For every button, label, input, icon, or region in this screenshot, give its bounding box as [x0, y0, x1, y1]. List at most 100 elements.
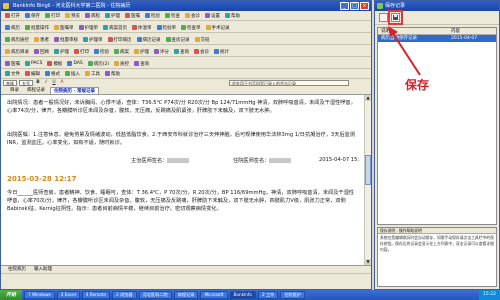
- toolbar-button[interactable]: 医嘱单: [52, 24, 76, 32]
- toolbar-button[interactable]: 回顾: [32, 48, 51, 56]
- toolbar-button[interactable]: 质控: [112, 60, 131, 68]
- toolbar-button[interactable]: 帮助: [223, 12, 242, 20]
- toolbar-button[interactable]: 护理单: [77, 24, 101, 32]
- help-panel-title: 保存说明 - 操作帮助说明: [378, 228, 496, 234]
- taskbar-item[interactable]: 2 浏览器: [111, 291, 137, 299]
- toolbar-icon: [136, 37, 142, 42]
- toolbar-button[interactable]: 手术记录: [204, 24, 232, 32]
- tab-catalog[interactable]: 目录: [7, 87, 22, 94]
- close-button[interactable]: ×: [360, 2, 369, 10]
- toolbar-button[interactable]: 打印: [72, 48, 91, 56]
- toolbar-button[interactable]: 会诊: [183, 12, 202, 20]
- toolbar-button[interactable]: 批量操作: [23, 24, 51, 32]
- document-editor[interactable]: 出院情况：患者一般情况好，未诉胸闷、心悸不适，查体：T36.5℃ P74次/分 …: [1, 95, 364, 265]
- toolbar-button[interactable]: 打印病历: [106, 36, 134, 44]
- toolbar-button[interactable]: 检查: [163, 12, 182, 20]
- italic-button[interactable]: I: [43, 80, 49, 86]
- tab-input-assistant[interactable]: 输入助理: [31, 266, 55, 273]
- toolbar-button[interactable]: 病历目录: [3, 48, 31, 56]
- toolbar-row-4: 病历目录 回顾 护理 打印 检验 病案 护理 评分 查询 会诊 统计: [1, 47, 371, 57]
- toolbar-button[interactable]: 查询: [132, 60, 151, 68]
- toolbar-row-6: 文件 编辑 格式 插入 工具 帮助: [1, 69, 371, 79]
- underline-button[interactable]: U: [51, 80, 57, 86]
- taskbar-item[interactable]: 河北医科二院: [138, 291, 172, 299]
- toolbar-button[interactable]: 护理单: [81, 36, 105, 44]
- toolbar-button[interactable]: 查房记录: [164, 36, 192, 44]
- toolbar-button[interactable]: 检验: [143, 12, 162, 20]
- main-titlebar[interactable]: BankInfo Bingli - 河北医科大学第二医院 - 住院病历 _ □ …: [1, 1, 371, 11]
- toolbar-button[interactable]: 格式: [43, 70, 62, 78]
- toolbar-button[interactable]: 编辑: [23, 70, 42, 78]
- toolbar-button[interactable]: 病历质控: [3, 36, 31, 44]
- toolbar-button[interactable]: 病历(2): [86, 60, 111, 68]
- toolbar-button[interactable]: 病程: [83, 12, 102, 20]
- toolbar-icon: [132, 25, 137, 30]
- doc-notice-field[interactable]: 此处用于书写科室已录入的会诊记录: [229, 80, 349, 86]
- toolbar-icon: [25, 71, 30, 76]
- toolbar-icon: [25, 61, 30, 66]
- minimize-button[interactable]: _: [340, 2, 349, 10]
- system-tray-clock: 15:22: [479, 290, 500, 300]
- toolbar-button[interactable]: 模板: [45, 60, 64, 68]
- toolbar-button[interactable]: 病案首页: [101, 24, 129, 32]
- font-family-select[interactable]: 宋体: [3, 80, 17, 86]
- toolbar-button[interactable]: PACS: [23, 60, 44, 68]
- toolbar-icon: [5, 49, 10, 54]
- taskbar-item[interactable]: BankInfo: [229, 291, 256, 299]
- toolbar-button[interactable]: DAS: [65, 60, 84, 68]
- scroll-up-arrow-icon[interactable]: ▲: [365, 95, 371, 101]
- taskbar-item[interactable]: 病程记录: [173, 291, 199, 299]
- toolbar-icon: [225, 13, 230, 18]
- toolbar-button[interactable]: 打开: [3, 12, 22, 20]
- taskbar-item[interactable]: 4 Remote: [81, 291, 110, 299]
- tab-inpatient[interactable]: 住院病历: [5, 266, 29, 273]
- side-titlebar[interactable]: 保存记录: [375, 1, 499, 11]
- taskbar-item[interactable]: 住院医护: [280, 291, 306, 299]
- tab-inpatient-record[interactable]: 住院病历 - 常规记录: [50, 87, 100, 94]
- toolbar-button[interactable]: 设置: [203, 12, 222, 20]
- toolbar-button[interactable]: 保存: [23, 12, 42, 20]
- toolbar-button[interactable]: 打印: [43, 12, 62, 20]
- toolbar-icon: [205, 25, 211, 30]
- toolbar-button[interactable]: 工具: [83, 70, 102, 78]
- toolbar-button[interactable]: 体温单: [130, 24, 154, 32]
- toolbar-button[interactable]: 护理: [103, 12, 122, 20]
- toolbar-button[interactable]: 帮助: [103, 70, 122, 78]
- toolbar-button[interactable]: 病历记录: [135, 36, 163, 44]
- toolbar-button[interactable]: 交班: [193, 36, 212, 44]
- toolbar-button[interactable]: 批量审核: [52, 36, 80, 44]
- toolbar-button[interactable]: 护理: [132, 48, 151, 56]
- toolbar-button[interactable]: 评分: [152, 48, 171, 56]
- toolbar-button[interactable]: 插入: [63, 70, 82, 78]
- toolbar-button[interactable]: 检验单: [155, 24, 179, 32]
- font-size-select[interactable]: 五号: [19, 80, 33, 86]
- toolbar-button[interactable]: 护理: [52, 48, 71, 56]
- status-bar: [1, 273, 371, 289]
- toolbar-button[interactable]: 病案: [112, 48, 131, 56]
- toolbar-button[interactable]: 医嘱: [123, 12, 142, 20]
- maximize-button[interactable]: □: [350, 2, 359, 10]
- scroll-thumb[interactable]: [365, 155, 371, 185]
- toolbar-button[interactable]: 统计: [212, 48, 231, 56]
- toolbar-button[interactable]: 会诊: [192, 48, 211, 56]
- toolbar-button[interactable]: 检验: [92, 48, 111, 56]
- toolbar-button[interactable]: 医嘱: [3, 60, 22, 68]
- toolbar-icon: [5, 25, 10, 30]
- toolbar-button[interactable]: 病历: [3, 24, 22, 32]
- vertical-scrollbar[interactable]: ▲ ▼: [364, 95, 371, 265]
- taskbar-item[interactable]: 2 工作: [257, 291, 279, 299]
- toolbar-button[interactable]: 文件: [3, 70, 22, 78]
- toolbar-icon: [47, 61, 53, 66]
- taskbar-item[interactable]: 7 Windows: [24, 291, 55, 299]
- help-panel: 保存说明 - 操作帮助说明 系统在您编辑病历时会自动保存，如需手动保存请点击工具…: [377, 227, 497, 287]
- taskbar-item[interactable]: Microsoft: [200, 291, 228, 299]
- taskbar-item[interactable]: 3 Excel: [56, 291, 80, 299]
- tab-progress-notes[interactable]: 病程记录: [24, 87, 48, 94]
- toolbar-button[interactable]: 检查单: [179, 24, 203, 32]
- toolbar-button[interactable]: 患者: [32, 36, 51, 44]
- toolbar-button[interactable]: 预览: [63, 12, 82, 20]
- start-button[interactable]: 开始: [0, 290, 23, 300]
- font-color-button[interactable]: A: [59, 80, 65, 86]
- toolbar-button[interactable]: 查询: [172, 48, 191, 56]
- bold-button[interactable]: B: [35, 80, 41, 86]
